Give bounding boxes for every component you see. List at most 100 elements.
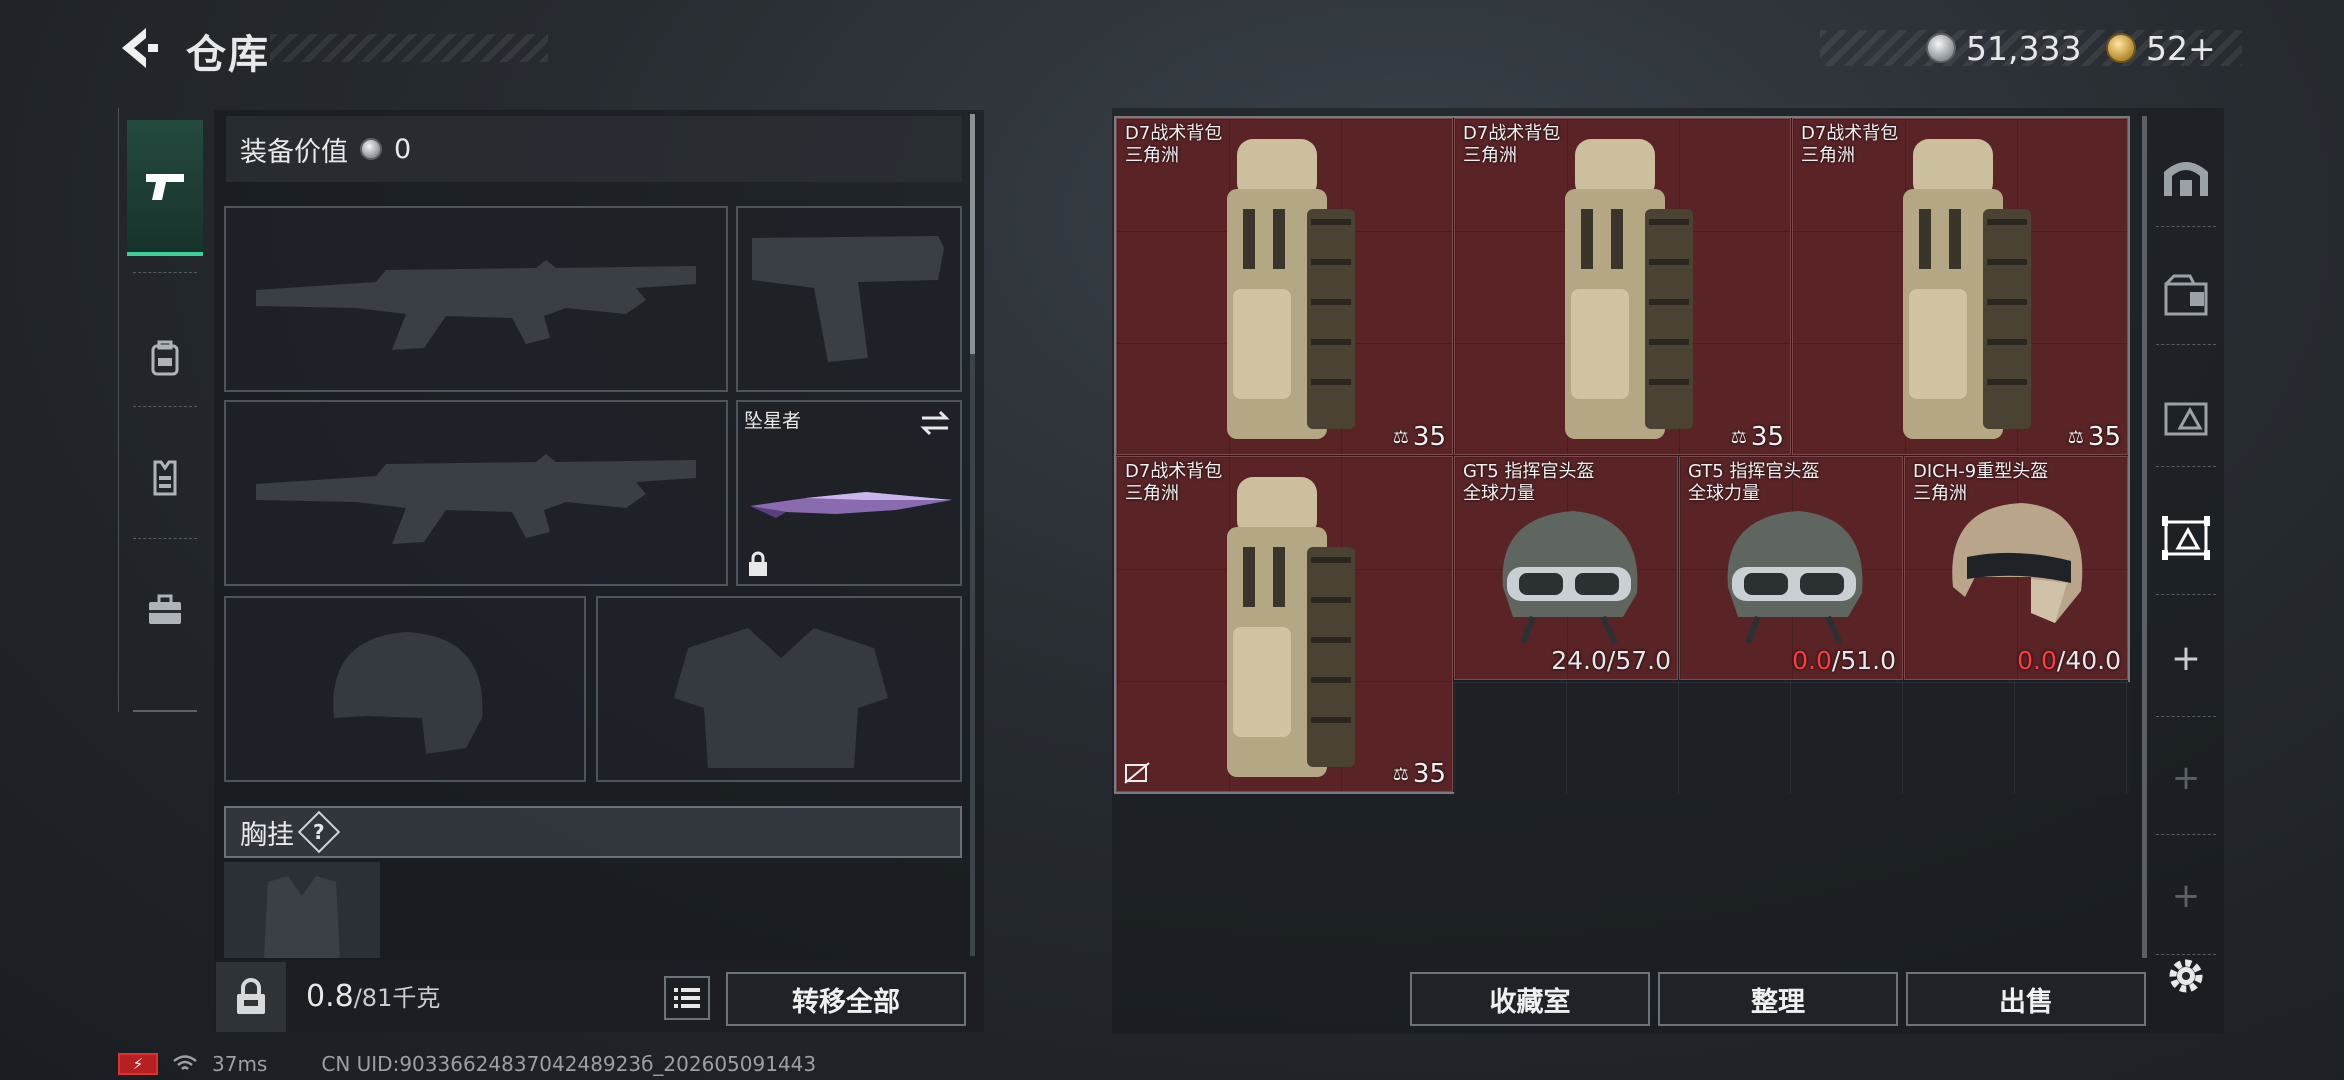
collection-room-button[interactable]: 收藏室	[1410, 972, 1650, 1026]
chest-rig-label: 胸挂	[240, 819, 294, 851]
battery-icon: ⚡	[118, 1053, 158, 1075]
currency-gold[interactable]: 52+	[2106, 26, 2216, 70]
inventory-item[interactable]: D7战术背包 三角洲 ⚖ 35	[1792, 118, 2128, 455]
wifi-icon	[173, 1055, 197, 1070]
item-name: D7战术背包	[1125, 123, 1223, 144]
back-arrow-icon	[122, 28, 158, 68]
sidebar-warehouse-main[interactable]	[2160, 152, 2212, 204]
currency-silver-amount: 51,333	[1966, 28, 2082, 68]
helmet-image-icon	[1952, 503, 2083, 623]
secondary-weapon-slot[interactable]	[224, 400, 728, 586]
currency-gold-amount: 52+	[2146, 28, 2216, 68]
item-brand: 全球力量	[1463, 483, 1535, 504]
item-name: GT5 指挥官头盔	[1463, 461, 1595, 482]
backpack-image-icon	[1565, 139, 1693, 439]
silver-coin-icon	[360, 138, 382, 160]
lock-icon	[237, 978, 265, 1014]
item-brand: 三角洲	[1125, 483, 1179, 504]
helmet-image-icon	[1727, 511, 1863, 645]
helmet-silhouette-icon	[333, 632, 483, 754]
rifle-silhouette-icon	[256, 454, 696, 544]
vest-icon	[153, 460, 177, 496]
page-title: 仓库	[186, 32, 270, 78]
backpack-image-icon	[1227, 477, 1355, 777]
gold-coin-icon	[2106, 33, 2136, 63]
item-brand: 三角洲	[1463, 145, 1517, 166]
helmet-slot[interactable]	[224, 596, 586, 782]
knife-icon	[750, 492, 952, 518]
item-count: 35	[1412, 759, 1446, 789]
equipment-value-label: 装备价值	[240, 136, 348, 168]
briefcase-icon	[149, 594, 181, 624]
no-insure-icon	[1124, 762, 1150, 784]
chest-rig-slot[interactable]	[224, 862, 380, 958]
tab-weapons[interactable]	[127, 120, 203, 256]
inventory-item[interactable]: D7战术背包 三角洲 ⚖ 35	[1116, 118, 1453, 455]
equipment-value-amount: 0	[394, 133, 412, 165]
currency-silver[interactable]: 51,333	[1926, 26, 2081, 70]
list-view-button[interactable]	[664, 976, 710, 1020]
title-decoration	[270, 34, 548, 62]
tab-case[interactable]	[127, 560, 203, 660]
item-name: GT5 指挥官头盔	[1688, 461, 1820, 482]
equipment-value: 装备价值 0	[226, 116, 962, 182]
rifle-silhouette-icon	[256, 260, 696, 350]
add-storage-plus-icon[interactable]: +	[2160, 870, 2212, 922]
carry-weight: 0.8/81千克	[306, 978, 440, 1014]
inventory-item[interactable]: D7战术背包 三角洲 ⚖ 35	[1454, 118, 1791, 455]
primary-weapon-slot[interactable]	[224, 206, 728, 392]
helmet-image-icon	[1502, 511, 1638, 645]
add-storage-plus-icon[interactable]: +	[2160, 632, 2212, 684]
back-button[interactable]	[112, 22, 164, 74]
chest-rig-silhouette-icon	[264, 876, 340, 958]
transfer-all-button[interactable]: 转移全部	[726, 972, 966, 1026]
backpack-icon	[151, 340, 179, 376]
item-name: D7战术背包	[1463, 123, 1561, 144]
user-uid: CN UID:9033662483704248923б_202605091443	[321, 1052, 817, 1076]
melee-slot-label: 坠星者	[744, 410, 802, 432]
inventory-item[interactable]: GT5 指挥官头盔 全球力量 0.0/51.0	[1679, 456, 1903, 680]
add-storage-plus-icon[interactable]: +	[2160, 752, 2212, 804]
lock-loadout-button[interactable]	[216, 962, 286, 1032]
swap-icon[interactable]	[918, 408, 952, 438]
tab-vest[interactable]	[127, 428, 203, 528]
durability-current: 0.0	[1792, 646, 1832, 675]
backpack-image-icon	[1227, 139, 1355, 439]
sidebar-storage-3-active[interactable]	[2160, 512, 2212, 564]
help-icon[interactable]: ?	[297, 810, 341, 854]
sidebar-storage-2[interactable]	[2160, 392, 2212, 444]
category-tabs	[118, 108, 210, 712]
armor-silhouette-icon	[674, 628, 888, 768]
durability-max: /40.0	[2056, 646, 2121, 675]
item-count: 35	[2087, 422, 2121, 452]
sell-button[interactable]: 出售	[1906, 972, 2146, 1026]
sort-button[interactable]: 整理	[1658, 972, 1898, 1026]
weight-icon: ⚖	[2067, 426, 2084, 448]
pistol-slot[interactable]	[736, 206, 962, 392]
loadout-scrollbar-thumb[interactable]	[970, 114, 975, 354]
inventory-item[interactable]: GT5 指挥官头盔 全球力量 24.0/57.0	[1454, 456, 1678, 680]
melee-slot[interactable]: 坠星者	[736, 400, 962, 586]
inventory-item[interactable]: DICH-9重型头盔 三角洲 0.0/40.0	[1904, 456, 2128, 680]
weight-icon: ⚖	[1730, 426, 1747, 448]
armor-slot[interactable]	[596, 596, 962, 782]
vault-icon	[2164, 162, 2208, 196]
inventory-item[interactable]: D7战术背包 三角洲 ⚖ 35	[1116, 456, 1453, 792]
carry-weight-max: /81千克	[353, 984, 441, 1012]
durability-current: 0.0	[2017, 646, 2057, 675]
storage-crate-icon	[2164, 402, 2208, 436]
item-brand: 三角洲	[1801, 145, 1855, 166]
settings-button[interactable]	[2160, 950, 2212, 1002]
tab-backpack[interactable]	[127, 308, 203, 408]
warehouse-scrollbar[interactable]	[2142, 116, 2147, 958]
item-name: D7战术背包	[1125, 461, 1223, 482]
empty-grid-area[interactable]	[1454, 682, 2130, 794]
item-count: 35	[1412, 422, 1446, 452]
list-icon	[674, 988, 700, 1008]
weight-icon: ⚖	[1392, 763, 1409, 785]
durability-max: /57.0	[1606, 646, 1671, 675]
durability-max: /51.0	[1831, 646, 1896, 675]
durability-current: 24.0	[1551, 646, 1607, 675]
sidebar-storage-1[interactable]	[2160, 270, 2212, 322]
item-name: D7战术背包	[1801, 123, 1899, 144]
